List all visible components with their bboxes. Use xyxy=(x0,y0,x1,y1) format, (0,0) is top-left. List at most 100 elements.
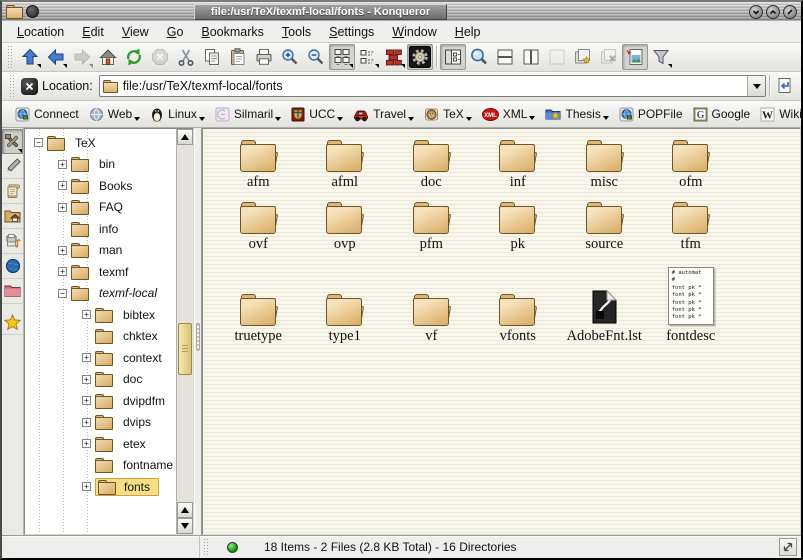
menu-view[interactable]: View xyxy=(113,23,158,41)
bookmark-travel[interactable]: Travel xyxy=(348,105,419,124)
expand-icon[interactable] xyxy=(58,203,67,212)
zoom-out-button[interactable] xyxy=(303,44,329,70)
filter-button[interactable] xyxy=(648,44,674,70)
sidebar-tab-pen[interactable] xyxy=(2,154,23,179)
tree-item-books[interactable]: Books xyxy=(25,175,177,197)
panel-splitter[interactable] xyxy=(194,128,202,535)
tree-item-dvipdfm[interactable]: dvipdfm xyxy=(25,390,177,412)
tree-item-chktex[interactable]: chktex xyxy=(25,326,177,348)
tree-item-fontname[interactable]: fontname xyxy=(25,455,177,477)
print-button[interactable] xyxy=(251,44,277,70)
bookmark-silmaril[interactable]: Silmaril xyxy=(210,105,286,124)
expand-icon[interactable] xyxy=(82,375,91,384)
icon-doc[interactable]: doc xyxy=(388,129,475,191)
multicolumn-view-button[interactable] xyxy=(355,44,381,70)
icon-view-button[interactable] xyxy=(329,44,355,70)
locationbar-handle[interactable] xyxy=(9,75,16,97)
home-button[interactable] xyxy=(95,44,121,70)
sidebar-tab-root-folder[interactable] xyxy=(2,279,23,304)
stop-button[interactable] xyxy=(147,44,173,70)
sidebar-tab-tools[interactable] xyxy=(2,129,23,154)
window-menu-button[interactable] xyxy=(6,5,22,18)
icon-ovp[interactable]: ovp xyxy=(302,191,389,253)
tree-item-tex[interactable]: TeX xyxy=(25,132,177,154)
expand-icon[interactable] xyxy=(82,439,91,448)
icon-inf[interactable]: inf xyxy=(475,129,562,191)
menu-window[interactable]: Window xyxy=(383,23,445,41)
location-input[interactable]: file:/usr/TeX/texmf-local/fonts xyxy=(123,79,747,93)
go-button[interactable] xyxy=(773,74,797,98)
menu-settings[interactable]: Settings xyxy=(320,23,383,41)
preview-toggle-button[interactable] xyxy=(622,44,648,70)
tree-item-texmf-local[interactable]: texmf-local xyxy=(25,283,177,305)
tree-item-dvips[interactable]: dvips xyxy=(25,412,177,434)
sidebar-toggle-button[interactable] xyxy=(440,44,466,70)
zoom-in-button[interactable] xyxy=(277,44,303,70)
find-file-button[interactable] xyxy=(466,44,492,70)
statusbar-handle[interactable] xyxy=(203,539,210,555)
sidebar-tab-history[interactable] xyxy=(2,179,23,204)
folder-icon-view[interactable]: afm afml doc inf misc ofm ovf ovp pfm pk… xyxy=(202,128,801,535)
bookmark-connect[interactable]: Connect xyxy=(10,105,84,124)
icon-ofm[interactable]: ofm xyxy=(648,129,735,191)
menu-location[interactable]: Location xyxy=(8,23,73,41)
toolbar-handle[interactable] xyxy=(7,46,14,68)
icon-misc[interactable]: misc xyxy=(561,129,648,191)
sidebar-tab-network[interactable] xyxy=(2,254,23,279)
icon-afm[interactable]: afm xyxy=(215,129,302,191)
remove-view-button[interactable] xyxy=(544,44,570,70)
collapse-icon[interactable] xyxy=(58,289,67,298)
tree-item-faq[interactable]: FAQ xyxy=(25,197,177,219)
maximize-button[interactable] xyxy=(766,5,780,19)
clear-location-button[interactable] xyxy=(21,78,38,95)
bookmark-thesis[interactable]: Thesis xyxy=(540,105,613,123)
expand-icon[interactable] xyxy=(58,181,67,190)
icon-source[interactable]: source xyxy=(561,191,648,253)
scroll-up-button-2[interactable] xyxy=(177,502,193,518)
tree-item-texmf[interactable]: texmf xyxy=(25,261,177,283)
back-button[interactable] xyxy=(43,44,69,70)
bricks-view-button[interactable] xyxy=(381,44,407,70)
sidebar-tab-bookmarks[interactable] xyxy=(2,310,23,335)
location-combobox[interactable]: file:/usr/TeX/texmf-local/fonts xyxy=(99,75,766,97)
menu-tools[interactable]: Tools xyxy=(273,23,320,41)
paste-button[interactable] xyxy=(225,44,251,70)
icon-type1[interactable]: type1 xyxy=(302,253,389,345)
copy-button[interactable] xyxy=(199,44,225,70)
expand-icon[interactable] xyxy=(58,246,67,255)
split-top-bottom-button[interactable] xyxy=(492,44,518,70)
bookmark-popfile[interactable]: POPFile xyxy=(614,105,688,124)
tree-item-etex[interactable]: etex xyxy=(25,433,177,455)
split-left-right-button[interactable] xyxy=(518,44,544,70)
expand-icon[interactable] xyxy=(82,396,91,405)
icon-afml[interactable]: afml xyxy=(302,129,389,191)
icon-fontdesc[interactable]: # automat # font pk * font pk * font pk … xyxy=(648,253,735,345)
minimize-button[interactable] xyxy=(749,5,763,19)
icon-vf[interactable]: vf xyxy=(388,253,475,345)
close-button[interactable] xyxy=(783,5,797,19)
icon-adobefnt-lst[interactable]: AdobeFnt.lst xyxy=(561,253,648,345)
icon-pk[interactable]: pk xyxy=(475,191,562,253)
scrollbar-thumb[interactable] xyxy=(178,323,192,375)
sidebar-tab-services[interactable] xyxy=(2,229,23,254)
bookmark-linux[interactable]: Linux xyxy=(145,105,210,124)
scroll-up-button[interactable] xyxy=(177,129,193,145)
gear-view-button[interactable] xyxy=(407,44,433,70)
expand-icon[interactable] xyxy=(82,353,91,362)
expand-icon[interactable] xyxy=(58,267,67,276)
menu-help[interactable]: Help xyxy=(446,23,490,41)
expand-icon[interactable] xyxy=(82,482,91,491)
new-tab-button[interactable] xyxy=(570,44,596,70)
up-button[interactable] xyxy=(17,44,43,70)
tree-item-bibtex[interactable]: bibtex xyxy=(25,304,177,326)
tree-item-man[interactable]: man xyxy=(25,240,177,262)
bookmark-wikipedia[interactable]: WWikipedia xyxy=(755,105,803,124)
pin-button[interactable] xyxy=(26,5,39,18)
tree-item-context[interactable]: context xyxy=(25,347,177,369)
sidebar-tab-home[interactable] xyxy=(2,204,23,229)
icon-vfonts[interactable]: vfonts xyxy=(475,253,562,345)
collapse-icon[interactable] xyxy=(34,138,43,147)
bookmark-google[interactable]: GGoogle xyxy=(688,105,756,124)
expand-icon[interactable] xyxy=(82,418,91,427)
icon-pfm[interactable]: pfm xyxy=(388,191,475,253)
